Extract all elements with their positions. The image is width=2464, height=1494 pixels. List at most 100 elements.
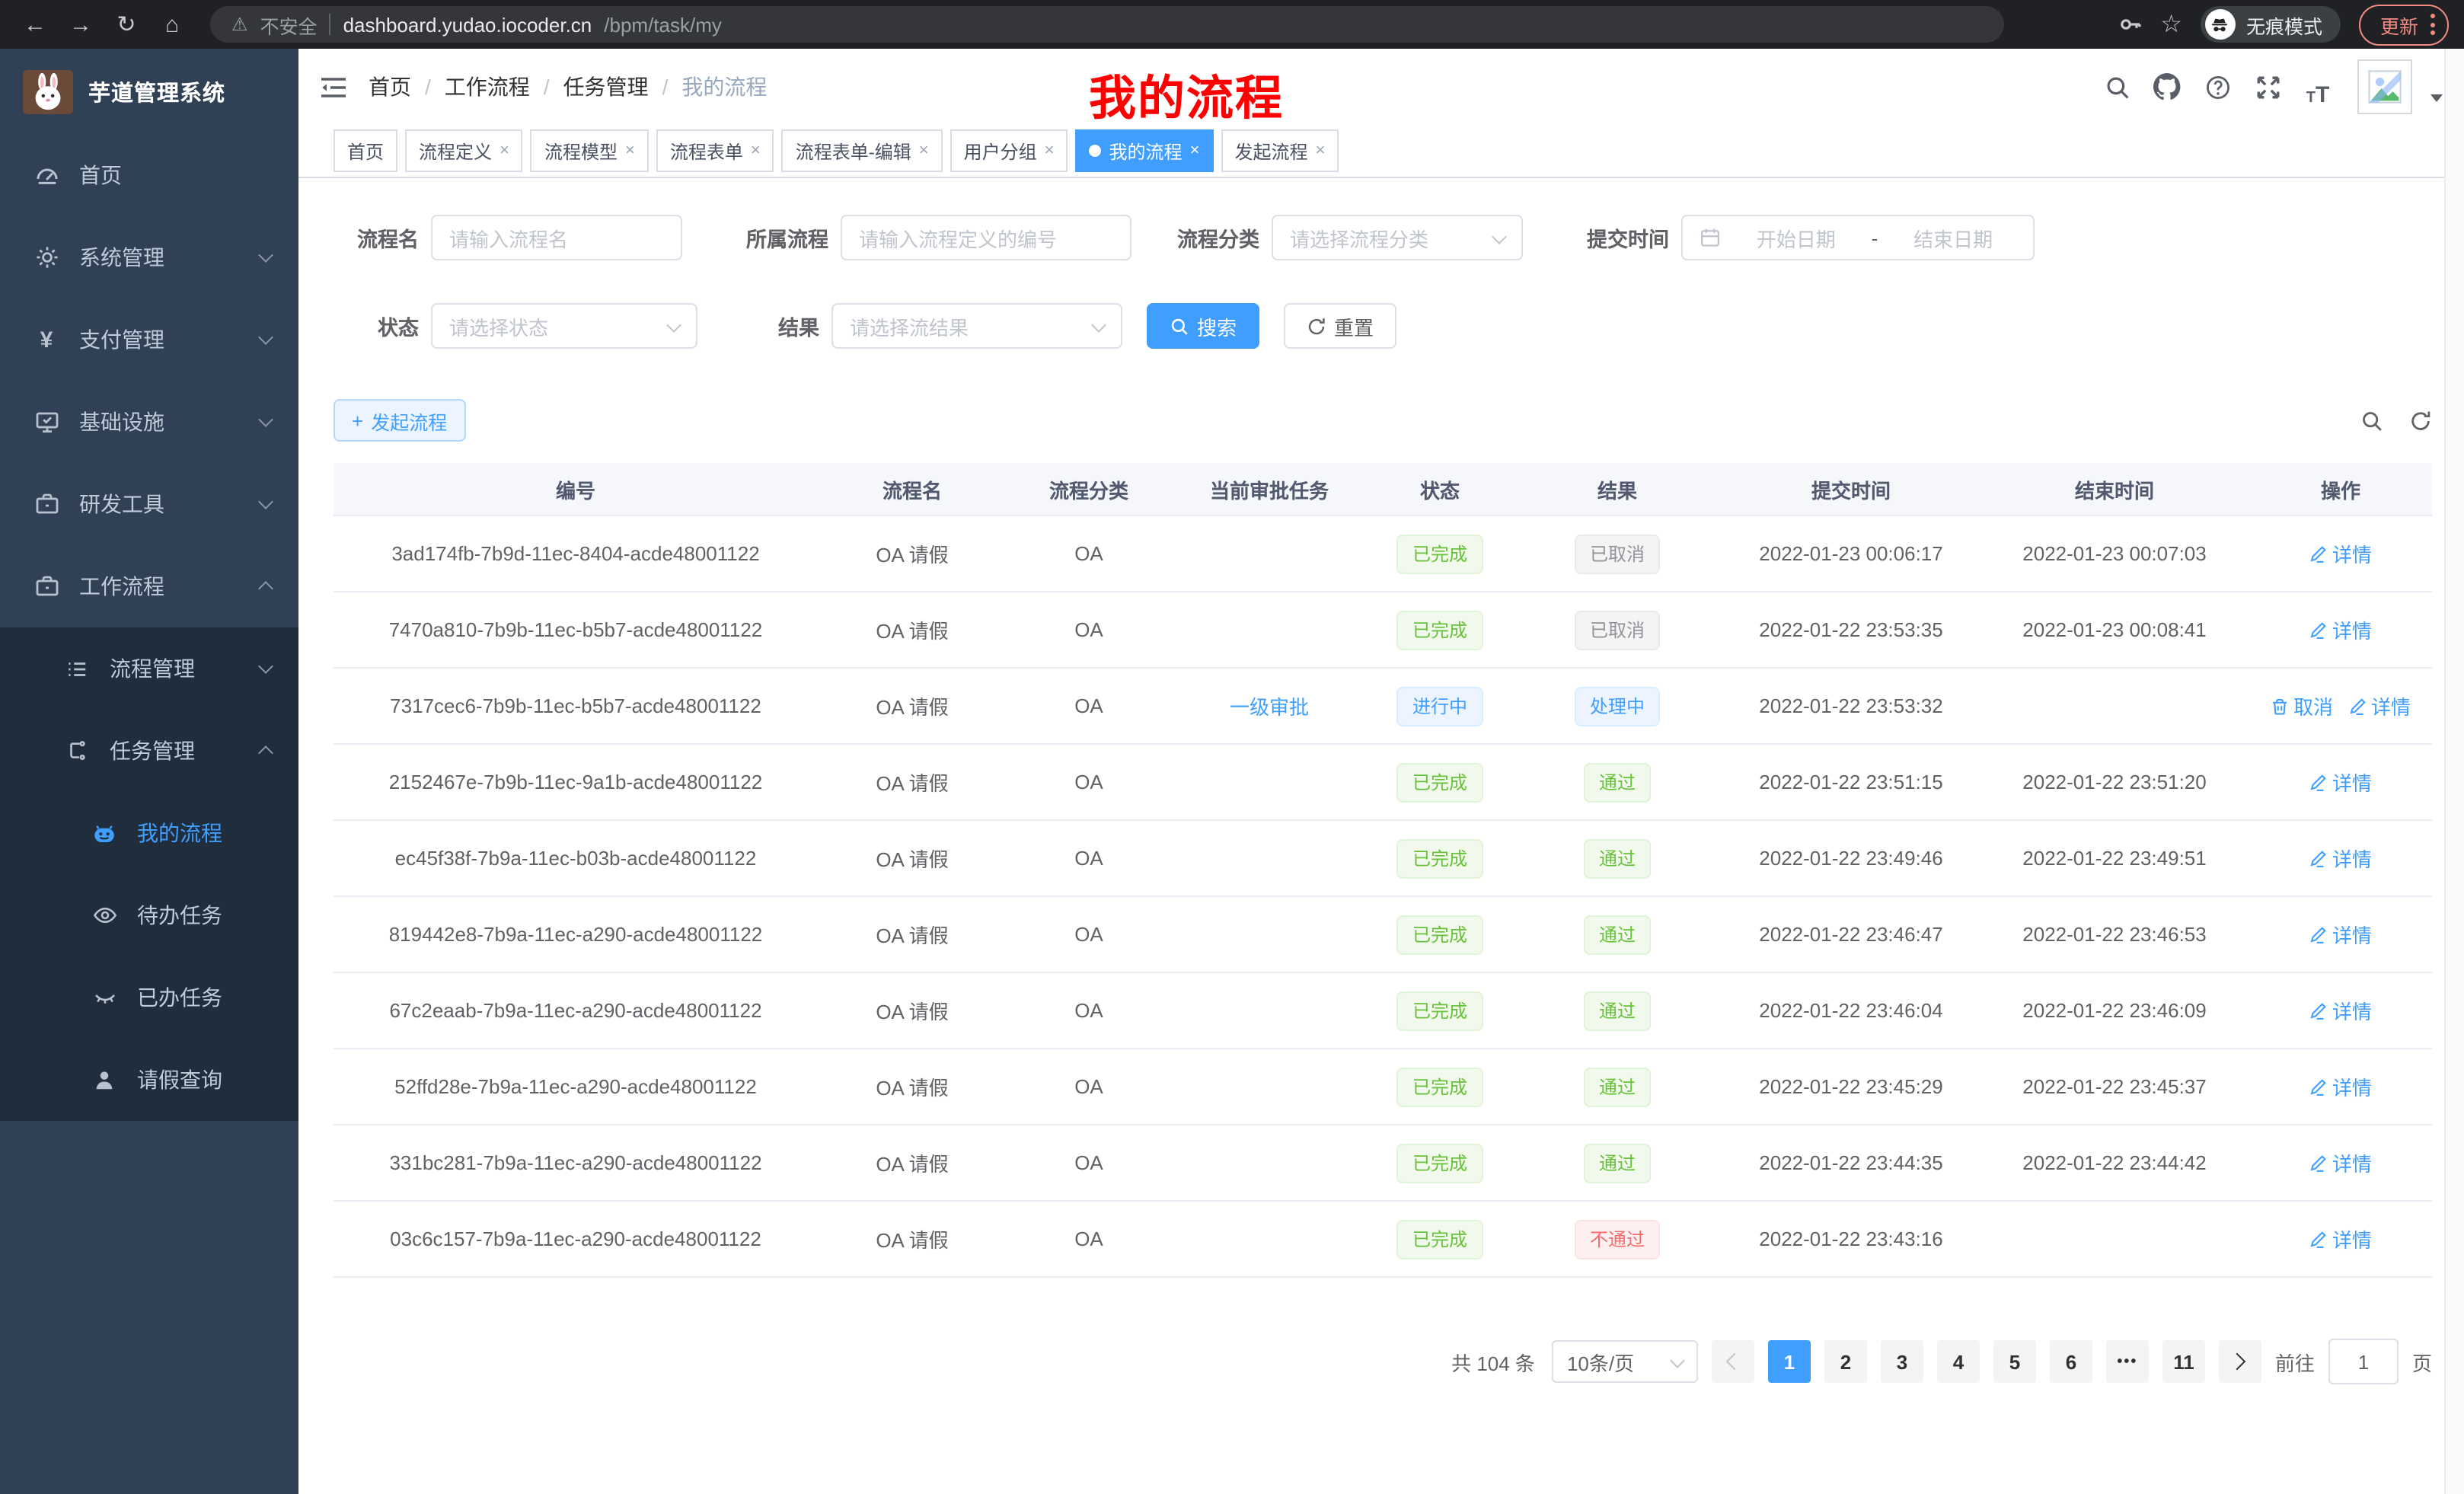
page-button-2[interactable]: 2 — [1824, 1340, 1867, 1383]
sidebar-item-done-task[interactable]: 已办任务 — [0, 956, 298, 1039]
cancel-link[interactable]: 取消 — [2271, 691, 2333, 720]
page-button-4[interactable]: 4 — [1937, 1340, 1980, 1383]
tab-process-model[interactable]: 流程模型× — [531, 129, 649, 172]
avatar-caret-icon[interactable] — [2430, 94, 2443, 101]
breadcrumb-home[interactable]: 首页 — [369, 72, 411, 102]
tab-process-form[interactable]: 流程表单× — [656, 129, 774, 172]
forward-icon[interactable]: → — [61, 5, 101, 44]
sidebar-item-system[interactable]: 系统管理 — [0, 216, 298, 298]
tab-my-process[interactable]: 我的流程× — [1076, 129, 1214, 172]
github-icon[interactable] — [2147, 67, 2187, 107]
scrollbar[interactable] — [2444, 49, 2464, 1494]
prev-page-button[interactable] — [1712, 1340, 1754, 1383]
end-date-input[interactable]: 结束日期 — [1890, 223, 2016, 252]
sidebar-collapse-icon[interactable] — [320, 75, 347, 98]
detail-link[interactable]: 详情 — [2309, 996, 2372, 1025]
password-key-icon[interactable] — [2118, 12, 2142, 37]
filter-row-2: 状态 请选择状态 结果 请选择流结果 搜索 重置 — [334, 303, 2464, 349]
search-button[interactable]: 搜索 — [1147, 303, 1259, 349]
sidebar-item-home[interactable]: 首页 — [0, 134, 298, 216]
sidebar-item-task-mgmt[interactable]: 任务管理 — [0, 710, 298, 792]
fullscreen-icon[interactable] — [2248, 67, 2287, 107]
detail-link[interactable]: 详情 — [2348, 691, 2411, 720]
home-icon[interactable]: ⌂ — [152, 5, 192, 44]
table-header: 编号 流程名 流程分类 当前审批任务 状态 结果 提交时间 结束时间 操作 — [334, 463, 2432, 516]
tab-process-form-edit[interactable]: 流程表单-编辑× — [782, 129, 943, 172]
page-button-11[interactable]: 11 — [2162, 1340, 2205, 1383]
filter-row-1: 流程名 请输入流程名 所属流程 请输入流程定义的编号 流程分类 请选择流程分类 … — [334, 215, 2464, 260]
category-select[interactable]: 请选择流程分类 — [1272, 215, 1523, 260]
back-icon[interactable]: ← — [15, 5, 55, 44]
close-icon[interactable]: × — [500, 142, 509, 160]
help-icon[interactable] — [2197, 67, 2237, 107]
close-icon[interactable]: × — [919, 142, 929, 160]
more-pages-button[interactable]: ••• — [2106, 1340, 2149, 1383]
sidebar-item-todo-task[interactable]: 待办任务 — [0, 874, 298, 956]
close-icon[interactable]: × — [1315, 142, 1325, 160]
detail-link[interactable]: 详情 — [2309, 844, 2372, 873]
font-size-icon[interactable]: TT — [2298, 67, 2338, 107]
page-button-3[interactable]: 3 — [1881, 1340, 1923, 1383]
show-search-icon[interactable] — [2360, 409, 2383, 432]
detail-link[interactable]: 详情 — [2309, 1072, 2372, 1101]
create-process-button[interactable]: + 发起流程 — [334, 399, 465, 442]
result-badge: 通过 — [1584, 991, 1651, 1030]
date-range-picker[interactable]: 开始日期 - 结束日期 — [1681, 215, 2035, 260]
update-button[interactable]: 更新 — [2359, 4, 2449, 45]
close-icon[interactable]: × — [1190, 142, 1200, 160]
close-icon[interactable]: × — [751, 142, 761, 160]
page-button-6[interactable]: 6 — [2050, 1340, 2092, 1383]
reset-button[interactable]: 重置 — [1284, 303, 1396, 349]
start-date-input[interactable]: 开始日期 — [1733, 223, 1859, 252]
detail-link[interactable]: 详情 — [2309, 1148, 2372, 1177]
page-button-1[interactable]: 1 — [1768, 1340, 1811, 1383]
status-badge: 已完成 — [1397, 915, 1483, 954]
breadcrumb-task-mgmt[interactable]: 任务管理 — [563, 72, 649, 102]
tab-home[interactable]: 首页 — [334, 129, 397, 172]
sidebar-item-infrastructure[interactable]: 基础设施 — [0, 381, 298, 463]
sidebar-item-devtools[interactable]: 研发工具 — [0, 463, 298, 545]
browser-menu-icon[interactable] — [2430, 14, 2435, 35]
detail-link[interactable]: 详情 — [2309, 615, 2372, 644]
close-icon[interactable]: × — [1045, 142, 1055, 160]
tab-process-definition[interactable]: 流程定义× — [405, 129, 523, 172]
current-task-link[interactable]: 一级审批 — [1230, 691, 1309, 720]
status-select[interactable]: 请选择状态 — [431, 303, 697, 349]
app-logo-row[interactable]: 芋道管理系统 — [0, 49, 298, 134]
detail-link[interactable]: 详情 — [2309, 539, 2372, 568]
address-bar[interactable]: ⚠ 不安全 dashboard.yudao.iocoder.cn/bpm/tas… — [210, 6, 2004, 43]
process-name-input[interactable]: 请输入流程名 — [431, 215, 682, 260]
table-row: 7317cec6-7b9b-11ec-b5b7-acde48001122 OA … — [334, 669, 2432, 745]
sidebar-item-my-process[interactable]: 我的流程 — [0, 792, 298, 874]
parent-process-input[interactable]: 请输入流程定义的编号 — [841, 215, 1131, 260]
sidebar-item-process-mgmt[interactable]: 流程管理 — [0, 627, 298, 710]
page-button-5[interactable]: 5 — [1993, 1340, 2036, 1383]
sidebar-item-payment[interactable]: ¥ 支付管理 — [0, 298, 298, 381]
eye-closed-icon — [91, 985, 117, 1010]
sidebar-item-leave-query[interactable]: 请假查询 — [0, 1039, 298, 1121]
close-icon[interactable]: × — [625, 142, 635, 160]
list-icon — [64, 657, 90, 680]
detail-link[interactable]: 详情 — [2309, 768, 2372, 796]
table-row: 3ad174fb-7b9d-11ec-8404-acde48001122 OA … — [334, 516, 2432, 592]
toolbar-icons — [2360, 409, 2432, 432]
warning-icon[interactable]: ⚠ — [231, 14, 248, 35]
url-divider — [330, 14, 331, 35]
goto-page-input[interactable]: 1 — [2328, 1339, 2399, 1384]
avatar[interactable] — [2357, 59, 2412, 114]
status-badge: 已完成 — [1397, 534, 1483, 573]
detail-link[interactable]: 详情 — [2309, 1224, 2372, 1253]
page-size-select[interactable]: 10条/页 — [1552, 1340, 1698, 1383]
sidebar-item-workflow[interactable]: 工作流程 — [0, 545, 298, 627]
reload-icon[interactable]: ↻ — [107, 5, 146, 44]
tab-user-group[interactable]: 用户分组× — [950, 129, 1068, 172]
tab-start-process[interactable]: 发起流程× — [1221, 129, 1339, 172]
next-page-button[interactable] — [2219, 1340, 2261, 1383]
breadcrumb-workflow[interactable]: 工作流程 — [445, 72, 530, 102]
status-badge: 已完成 — [1397, 610, 1483, 650]
search-icon[interactable] — [2097, 67, 2137, 107]
detail-link[interactable]: 详情 — [2309, 920, 2372, 949]
refresh-icon[interactable] — [2409, 409, 2432, 432]
bookmark-star-icon[interactable]: ☆ — [2160, 9, 2182, 40]
result-select[interactable]: 请选择流结果 — [831, 303, 1122, 349]
